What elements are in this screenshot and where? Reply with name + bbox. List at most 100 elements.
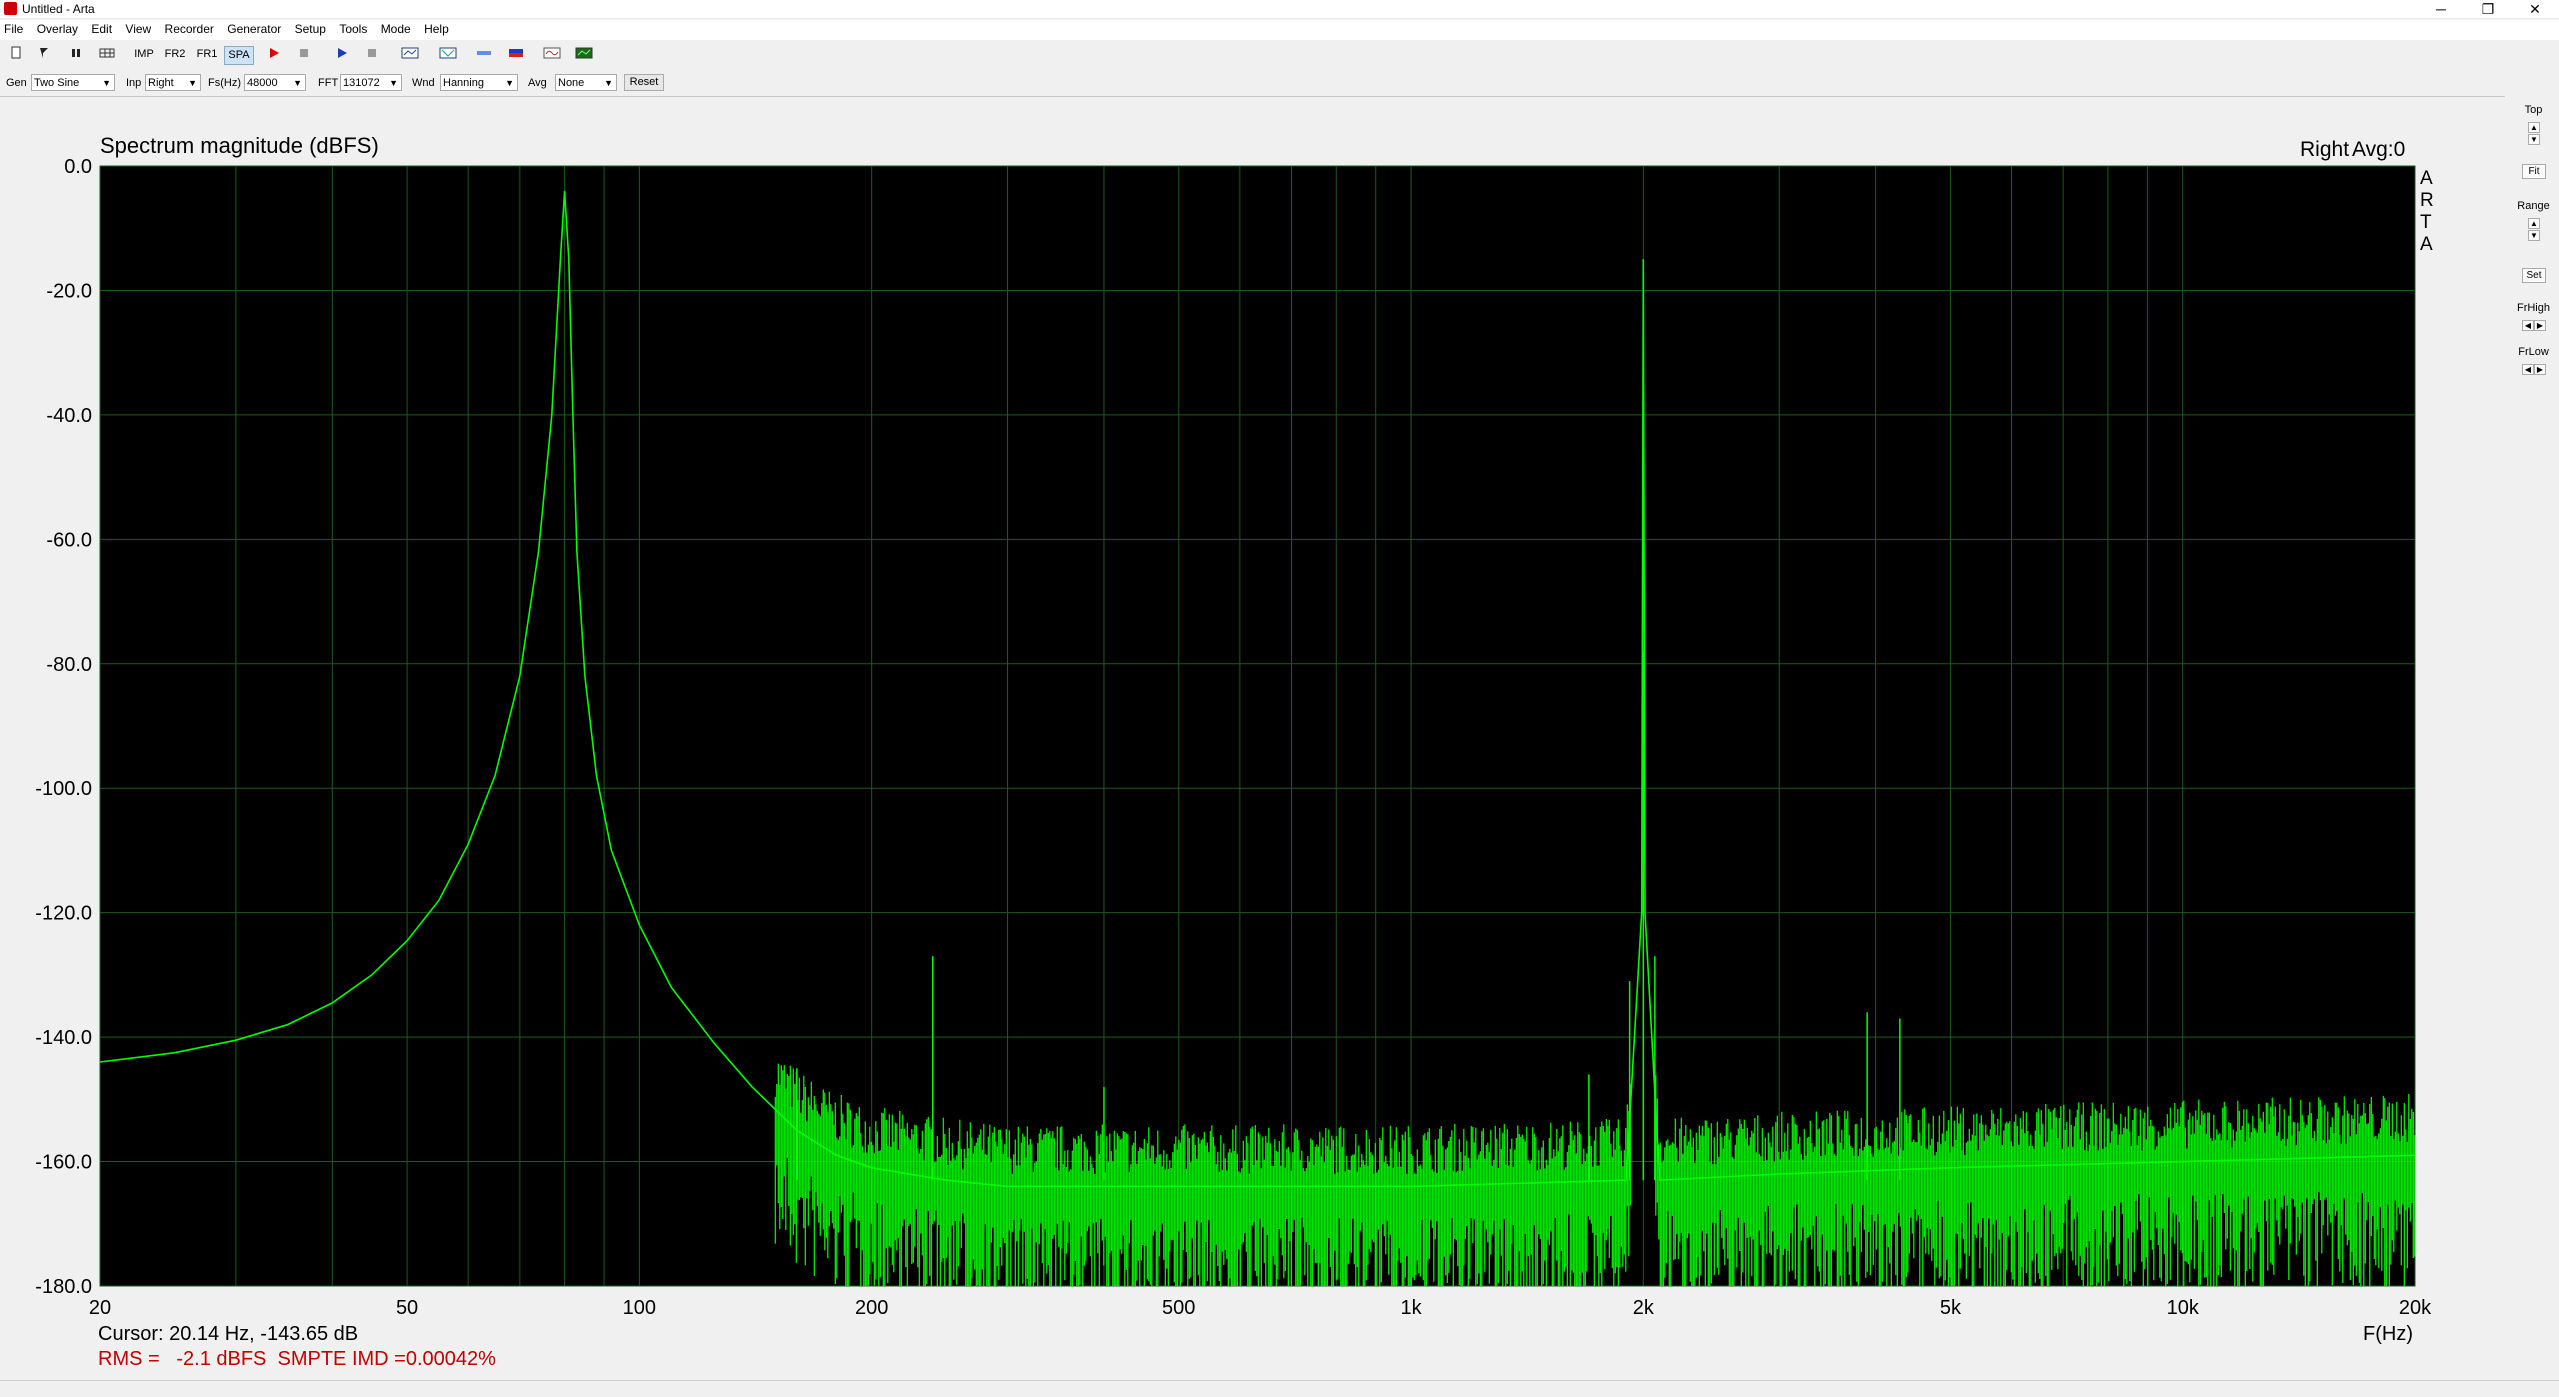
range-down-button[interactable]: ▼ <box>2528 230 2540 241</box>
play-icon[interactable] <box>334 46 350 63</box>
averaging-select-value: None <box>558 77 585 89</box>
window-select[interactable]: Hanning ▼ <box>440 74 518 91</box>
window-title: Untitled - Arta <box>22 2 95 16</box>
y-tick-label: -60.0 <box>46 529 92 551</box>
app-icon <box>4 2 17 15</box>
close-button[interactable]: ✕ <box>2512 0 2558 18</box>
menu-recorder[interactable]: Recorder <box>161 20 218 38</box>
x-tick-label: 5k <box>1940 1297 1962 1319</box>
frhigh-label: FrHigh <box>2516 302 2550 314</box>
range-label: Range <box>2517 200 2550 212</box>
new-file-icon[interactable] <box>8 46 24 63</box>
spa-mode-button[interactable]: SPA <box>224 46 254 65</box>
x-tick-label: 50 <box>396 1297 418 1319</box>
menu-edit[interactable]: Edit <box>87 20 116 38</box>
chevron-down-icon: ▼ <box>188 78 197 88</box>
fft-size-value: 131072 <box>343 77 380 89</box>
fr1-mode-button[interactable]: FR1 <box>194 46 220 63</box>
menu-generator[interactable]: Generator <box>223 20 285 38</box>
signal-window-icon[interactable] <box>542 46 562 63</box>
stop-icon[interactable] <box>296 46 312 63</box>
rms-readout: RMS = -2.1 dBFS SMPTE IMD =0.00042% <box>98 1348 496 1370</box>
x-tick-label: 100 <box>623 1297 656 1319</box>
y-tick-label: -180.0 <box>35 1276 92 1298</box>
title-bar: Untitled - Arta ─ ❐ ✕ <box>0 0 2559 18</box>
y-tick-label: -40.0 <box>46 405 92 427</box>
inp-label: Inp <box>126 77 142 89</box>
brand-letter-a: A <box>2420 168 2433 189</box>
separator <box>0 96 2505 97</box>
chevron-down-icon: ▼ <box>505 78 514 88</box>
open-file-icon[interactable] <box>36 46 52 63</box>
x-tick-label: 1k <box>1400 1297 1422 1319</box>
channel-label: Right <box>2300 138 2349 161</box>
top-up-button[interactable]: ▲ <box>2528 122 2540 133</box>
menu-tools[interactable]: Tools <box>335 20 371 38</box>
minimize-button[interactable]: ─ <box>2418 0 2464 18</box>
frhigh-left-button[interactable]: ◀ <box>2522 320 2534 331</box>
stop-generator-icon[interactable] <box>364 46 380 63</box>
fft-size-select[interactable]: 131072 ▼ <box>340 74 402 91</box>
input-select[interactable]: Right ▼ <box>145 74 201 91</box>
set-button[interactable]: Set <box>2522 268 2546 283</box>
x-tick-label: 20 <box>89 1297 111 1319</box>
graph-title: Spectrum magnitude (dBFS) <box>100 133 379 158</box>
reset-button[interactable]: Reset <box>624 74 664 91</box>
generator-select[interactable]: Two Sine ▼ <box>31 74 115 91</box>
x-tick-label: 20k <box>2399 1297 2432 1319</box>
averaging-select[interactable]: None ▼ <box>555 74 617 91</box>
spectrum-view-icon[interactable] <box>438 46 458 63</box>
input-select-value: Right <box>148 77 174 89</box>
right-panel: Top ▲ ▼ Fit Range ▲ ▼ Set FrHigh ◀ ▶ FrL… <box>2508 98 2559 1378</box>
fft-label: FFT <box>318 77 339 89</box>
wnd-label: Wnd <box>412 77 435 89</box>
menu-file[interactable]: File <box>0 20 27 38</box>
control-bar: Gen Two Sine ▼ Inp Right ▼ Fs(Hz) 48000 ▼ F… <box>0 72 2559 94</box>
y-tick-label: -140.0 <box>35 1027 92 1049</box>
menu-mode[interactable]: Mode <box>377 20 415 38</box>
range-up-button[interactable]: ▲ <box>2528 218 2540 229</box>
generator-select-value: Two Sine <box>34 77 80 89</box>
frlow-right-button[interactable]: ▶ <box>2534 364 2546 375</box>
graph-window-icon[interactable] <box>574 46 594 63</box>
window-select-value: Hanning <box>443 77 484 89</box>
fit-button[interactable]: Fit <box>2522 164 2546 179</box>
menu-help[interactable]: Help <box>420 20 453 38</box>
spectrum-graph[interactable]: 0.0 -20.0 -40.0 -60.0 -80.0 -100.0 -120.0 -140.… <box>0 98 2505 1378</box>
cursor-readout: Cursor: 20.14 Hz, -143.65 dB <box>98 1323 358 1345</box>
chevron-down-icon: ▼ <box>389 78 398 88</box>
level-meter-icon[interactable] <box>506 46 526 63</box>
record-spectrum-icon[interactable] <box>400 46 420 63</box>
x-tick-label: 2k <box>1633 1297 1655 1319</box>
chevron-down-icon: ▼ <box>604 78 613 88</box>
fs-label: Fs(Hz) <box>208 77 241 89</box>
top-down-button[interactable]: ▼ <box>2528 134 2540 145</box>
record-icon[interactable] <box>266 46 282 63</box>
menu-setup[interactable]: Setup <box>291 20 330 38</box>
avg-count-label: Avg:0 <box>2352 138 2405 161</box>
chevron-down-icon: ▼ <box>102 78 111 88</box>
sample-rate-value: 48000 <box>247 77 278 89</box>
maximize-button[interactable]: ❐ <box>2465 0 2511 18</box>
frlow-label: FrLow <box>2518 346 2549 358</box>
x-tick-label: 10k <box>2167 1297 2200 1319</box>
pause-icon[interactable] <box>68 46 84 63</box>
plot-area[interactable] <box>99 165 2416 1287</box>
menu-bar: File Overlay Edit View Recorder Generato… <box>0 20 2559 40</box>
fr2-mode-button[interactable]: FR2 <box>162 46 188 63</box>
avg-label: Avg <box>528 77 547 89</box>
frhigh-right-button[interactable]: ▶ <box>2534 320 2546 331</box>
menu-overlay[interactable]: Overlay <box>33 20 82 38</box>
brand-letter-a2: A <box>2420 234 2433 255</box>
y-tick-label: -80.0 <box>46 654 92 676</box>
y-tick-label: 0.0 <box>64 156 92 178</box>
imp-mode-button[interactable]: IMP <box>132 46 156 63</box>
toolbar: IMP FR2 FR1 SPA <box>0 44 2559 66</box>
scope-icon[interactable] <box>474 46 494 63</box>
table-icon[interactable] <box>98 46 116 63</box>
y-tick-label: -120.0 <box>35 903 92 925</box>
menu-view[interactable]: View <box>121 20 155 38</box>
sample-rate-select[interactable]: 48000 ▼ <box>244 74 306 91</box>
frlow-left-button[interactable]: ◀ <box>2522 364 2534 375</box>
y-tick-label: -100.0 <box>35 778 92 800</box>
